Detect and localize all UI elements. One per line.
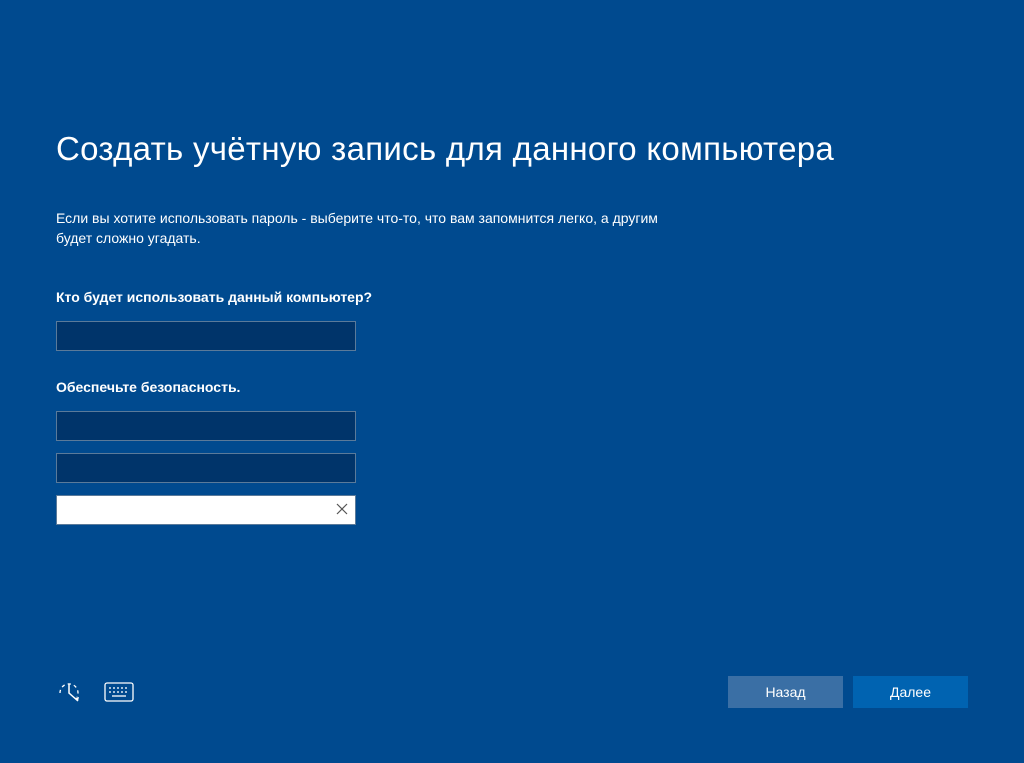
page-title: Создать учётную запись для данного компь… — [56, 130, 968, 168]
footer: Назад Далее — [56, 676, 968, 708]
back-button[interactable]: Назад — [728, 676, 843, 708]
page-description: Если вы хотите использовать пароль - выб… — [56, 208, 666, 249]
footer-buttons: Назад Далее — [728, 676, 968, 708]
next-button[interactable]: Далее — [853, 676, 968, 708]
clear-icon[interactable] — [336, 503, 348, 517]
security-section: Обеспечьте безопасность. — [56, 379, 968, 525]
security-label: Обеспечьте безопасность. — [56, 379, 968, 395]
main-content: Создать учётную запись для данного компь… — [0, 0, 1024, 525]
footer-icons — [56, 679, 134, 705]
hint-input-wrapper — [56, 495, 356, 525]
username-label: Кто будет использовать данный компьютер? — [56, 289, 968, 305]
keyboard-icon[interactable] — [104, 682, 134, 702]
username-section: Кто будет использовать данный компьютер? — [56, 289, 968, 351]
password-confirm-input[interactable] — [56, 453, 356, 483]
username-input[interactable] — [56, 321, 356, 351]
password-input[interactable] — [56, 411, 356, 441]
accessibility-icon[interactable] — [56, 679, 82, 705]
password-hint-input[interactable] — [56, 495, 356, 525]
